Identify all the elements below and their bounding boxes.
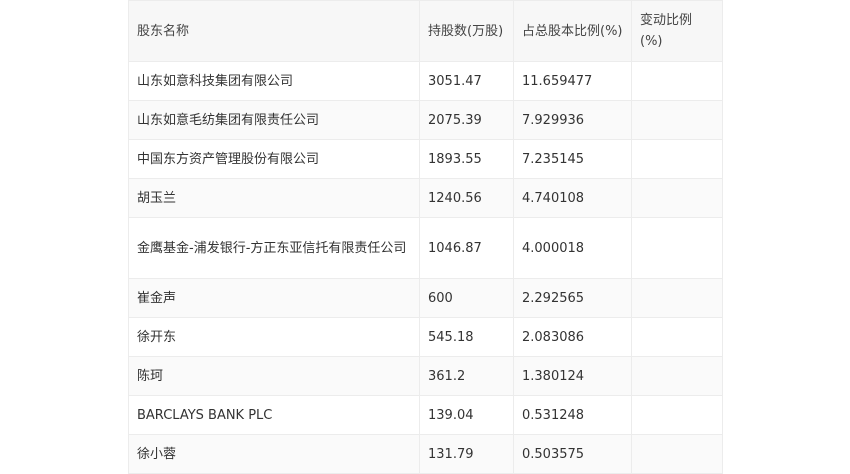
cell-shares-held: 2075.39	[419, 100, 514, 140]
cell-shares-held: 1046.87	[419, 217, 514, 279]
cell-shareholder-name: 徐小蓉	[128, 434, 420, 474]
table-row: 徐小蓉 131.79 0.503575	[128, 434, 723, 474]
cell-shares-held: 1240.56	[419, 178, 514, 218]
cell-shares-held: 131.79	[419, 434, 514, 474]
cell-change-ratio	[631, 434, 723, 474]
cell-change-ratio	[631, 278, 723, 318]
table-row: 中国东方资产管理股份有限公司 1893.55 7.235145	[128, 139, 723, 179]
cell-share-ratio: 11.659477	[513, 61, 632, 101]
table-row: 山东如意毛纺集团有限责任公司 2075.39 7.929936	[128, 100, 723, 140]
cell-shareholder-name: 山东如意科技集团有限公司	[128, 61, 420, 101]
cell-change-ratio	[631, 356, 723, 396]
cell-change-ratio	[631, 178, 723, 218]
cell-shareholder-name: 胡玉兰	[128, 178, 420, 218]
cell-change-ratio	[631, 395, 723, 435]
header-shareholder-name: 股东名称	[128, 0, 420, 62]
cell-share-ratio: 2.083086	[513, 317, 632, 357]
cell-share-ratio: 7.235145	[513, 139, 632, 179]
shareholder-table-container: 股东名称 持股数(万股) 占总股本比例(%) 变动比例(%) 山东如意科技集团有…	[128, 0, 723, 474]
header-change-ratio: 变动比例(%)	[631, 0, 723, 62]
cell-share-ratio: 4.740108	[513, 178, 632, 218]
cell-share-ratio: 0.531248	[513, 395, 632, 435]
table-row: 胡玉兰 1240.56 4.740108	[128, 178, 723, 218]
table-header-row: 股东名称 持股数(万股) 占总股本比例(%) 变动比例(%)	[128, 0, 723, 62]
cell-shareholder-name: 金鹰基金-浦发银行-方正东亚信托有限责任公司	[128, 217, 420, 279]
cell-shares-held: 3051.47	[419, 61, 514, 101]
cell-shareholder-name: 陈珂	[128, 356, 420, 396]
table-row: 陈珂 361.2 1.380124	[128, 356, 723, 396]
table-row: 崔金声 600 2.292565	[128, 278, 723, 318]
cell-change-ratio	[631, 61, 723, 101]
cell-shares-held: 600	[419, 278, 514, 318]
header-shares-held: 持股数(万股)	[419, 0, 514, 62]
cell-change-ratio	[631, 139, 723, 179]
cell-change-ratio	[631, 317, 723, 357]
cell-shares-held: 139.04	[419, 395, 514, 435]
table-row: 徐开东 545.18 2.083086	[128, 317, 723, 357]
cell-shareholder-name: 崔金声	[128, 278, 420, 318]
cell-share-ratio: 0.503575	[513, 434, 632, 474]
cell-change-ratio	[631, 217, 723, 279]
header-share-ratio: 占总股本比例(%)	[513, 0, 632, 62]
cell-share-ratio: 7.929936	[513, 100, 632, 140]
cell-shares-held: 361.2	[419, 356, 514, 396]
cell-shareholder-name: BARCLAYS BANK PLC	[128, 395, 420, 435]
table-row: 山东如意科技集团有限公司 3051.47 11.659477	[128, 61, 723, 101]
cell-share-ratio: 4.000018	[513, 217, 632, 279]
cell-share-ratio: 1.380124	[513, 356, 632, 396]
cell-shares-held: 1893.55	[419, 139, 514, 179]
table-row: 金鹰基金-浦发银行-方正东亚信托有限责任公司 1046.87 4.000018	[128, 217, 723, 279]
cell-shares-held: 545.18	[419, 317, 514, 357]
cell-shareholder-name: 徐开东	[128, 317, 420, 357]
cell-shareholder-name: 山东如意毛纺集团有限责任公司	[128, 100, 420, 140]
shareholder-table: 股东名称 持股数(万股) 占总股本比例(%) 变动比例(%) 山东如意科技集团有…	[128, 0, 723, 474]
cell-shareholder-name: 中国东方资产管理股份有限公司	[128, 139, 420, 179]
cell-change-ratio	[631, 100, 723, 140]
cell-share-ratio: 2.292565	[513, 278, 632, 318]
table-row: BARCLAYS BANK PLC 139.04 0.531248	[128, 395, 723, 435]
